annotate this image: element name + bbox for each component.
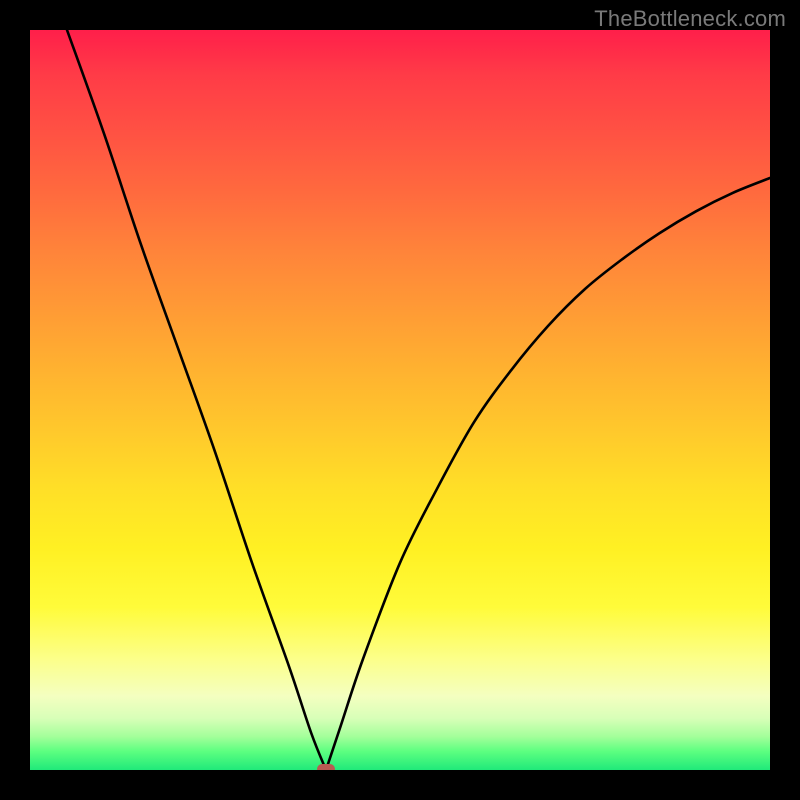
curve-left-branch [67,30,326,770]
curve-right-branch [326,178,770,770]
watermark-text: TheBottleneck.com [594,6,786,32]
minimum-marker [317,764,335,770]
plot-area [30,30,770,770]
bottleneck-curve [30,30,770,770]
